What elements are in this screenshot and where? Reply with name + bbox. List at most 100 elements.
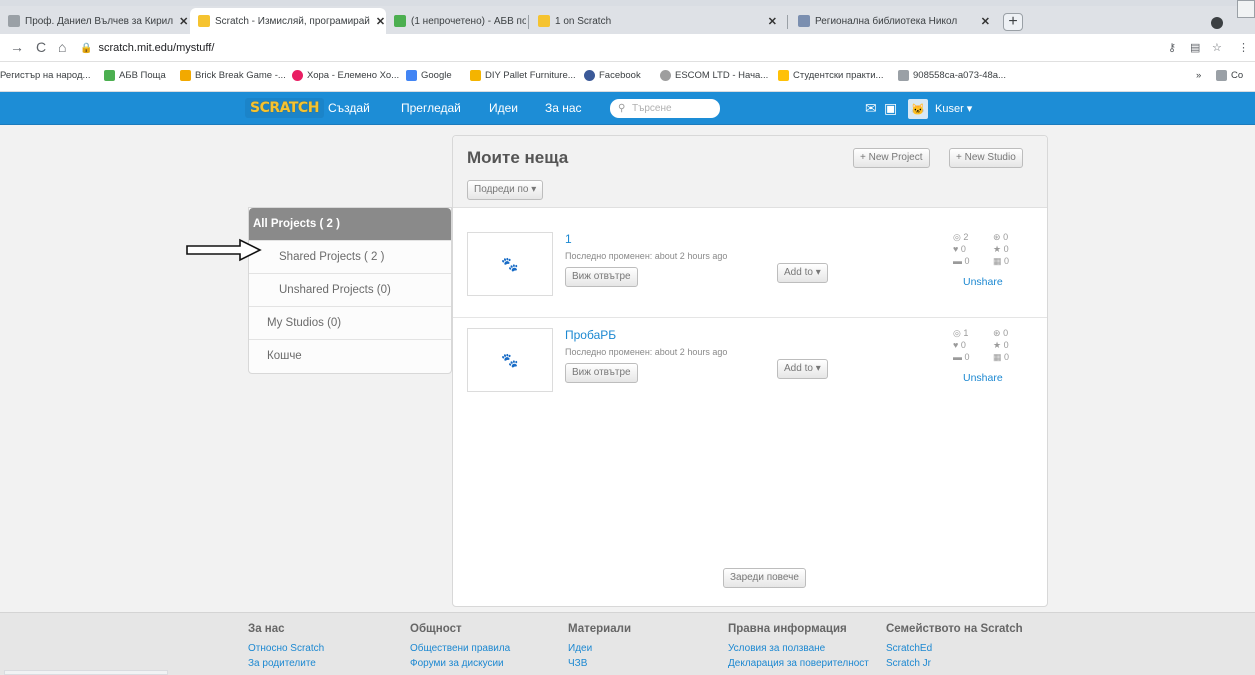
project-title[interactable]: ПробаРБ (565, 328, 616, 342)
username-menu[interactable]: Kuser ▾ (935, 102, 972, 115)
bookmark-label: Facebook (599, 70, 641, 81)
key-icon[interactable]: ⚷ (1168, 41, 1176, 54)
nav-about[interactable]: За нас (545, 101, 582, 115)
nav-explore[interactable]: Прегледай (401, 101, 461, 115)
comments-stat: ▬ 0 (953, 352, 970, 362)
footer-link[interactable]: Декларация за поверителност (728, 656, 869, 671)
eye-icon: ◎ (953, 328, 961, 338)
comment-icon: ▬ (953, 352, 962, 362)
new-studio-button[interactable]: + New Studio (949, 148, 1023, 168)
see-inside-button[interactable]: Виж отвътре (565, 267, 638, 287)
bookmark-item[interactable]: 908558ca-a073-48a... (898, 70, 1006, 81)
sidebar-item-my-studios[interactable]: My Studios (0) (249, 307, 451, 340)
project-modified: Последно променен: about 2 hours ago (565, 347, 728, 357)
close-icon[interactable]: ✕ (762, 15, 777, 28)
scratch-logo[interactable]: SCRATCH (245, 98, 324, 118)
footer-column-legal: Правна информация Условия за ползване Де… (728, 623, 869, 671)
bookmark-item[interactable]: Brick Break Game -... (180, 70, 286, 81)
footer-link[interactable]: Условия за ползване (728, 641, 869, 656)
project-thumbnail[interactable]: 🐾 (467, 232, 553, 296)
footer-link[interactable]: ScratchEd (886, 641, 1023, 656)
footer-link[interactable]: Scratch Jr (886, 656, 1023, 671)
more-bookmarks-chevron-icon[interactable]: » (1196, 70, 1201, 81)
bookmark-item[interactable]: Студентски практи... (778, 70, 883, 81)
translate-icon[interactable]: ▤ (1190, 41, 1200, 54)
search-input[interactable]: ⚲ Търсене (610, 99, 720, 118)
add-to-dropdown[interactable]: Add to ▾ (777, 359, 828, 379)
bookmark-item[interactable]: Регистър на народ... (0, 70, 90, 81)
nav-ideas[interactable]: Идеи (489, 101, 518, 115)
browser-tab-3[interactable]: (1 непрочетено) - АБВ поща ✕ (386, 8, 526, 34)
menu-icon[interactable]: ⋮ (1238, 41, 1249, 54)
unshare-link[interactable]: Unshare (963, 372, 1003, 384)
bookmark-folder[interactable]: Co (1216, 70, 1243, 81)
mail-favicon (394, 15, 406, 27)
sidebar-item-all-projects[interactable]: All Projects ( 2 ) (249, 208, 451, 241)
browser-tab-5[interactable]: Регионална библиотека Никол ✕ (790, 8, 998, 34)
sort-by-dropdown[interactable]: Подреди по ▾ (467, 180, 544, 200)
project-thumbnail[interactable]: 🐾 (467, 328, 553, 392)
avatar[interactable]: 🐱 (908, 99, 928, 119)
browser-tab-4[interactable]: 1 on Scratch ✕ (530, 8, 785, 34)
messages-icon[interactable]: ✉ (865, 100, 877, 117)
forward-icon[interactable]: → (10, 39, 24, 55)
loves-count: 0 (960, 340, 966, 350)
bookmark-item[interactable]: Facebook (584, 70, 641, 81)
project-modified: Последно променен: about 2 hours ago (565, 251, 728, 261)
pallet-icon (470, 70, 481, 81)
views-stat: ◎ 1 (953, 328, 968, 339)
bookmark-item[interactable]: DIY Pallet Furniture... (470, 70, 576, 81)
my-stuff-panel: Моите неща + New Project + New Studio По… (452, 135, 1048, 607)
footer-link[interactable]: Обществени правила (410, 641, 510, 656)
sidebar-item-shared-projects[interactable]: Shared Projects ( 2 ) (249, 241, 451, 274)
remixes-stat: ⊛ 0 (993, 328, 1008, 339)
url-field[interactable]: 🔒 scratch.mit.edu/mystuff/ (80, 42, 214, 54)
close-icon[interactable]: ✕ (173, 15, 188, 28)
facebook-icon (584, 70, 595, 81)
footer-link[interactable]: ЧЗВ (568, 656, 631, 671)
panel-header: Моите неща + New Project + New Studio По… (453, 136, 1047, 208)
bookmark-item[interactable]: Хора - Елемено Хо... (292, 70, 399, 81)
footer-link[interactable]: За родителите (248, 656, 324, 671)
close-icon[interactable]: ✕ (370, 15, 385, 28)
bookmark-label: Brick Break Game -... (195, 70, 286, 81)
reload-icon[interactable]: C (36, 39, 46, 55)
document-icon (898, 70, 909, 81)
bookmark-item[interactable]: АБВ Поща (104, 70, 166, 81)
bookmarks-bar: Регистър на народ... АБВ Поща Brick Brea… (0, 62, 1255, 92)
browser-tab-1[interactable]: Проф. Даниел Вълчев за Кирил ✕ (0, 8, 190, 34)
browser-tabbar: Проф. Даниел Вълчев за Кирил ✕ Scratch -… (0, 6, 1255, 34)
footer-link[interactable]: Форуми за дискусии (410, 656, 510, 671)
bookmark-item[interactable]: Google (406, 70, 452, 81)
load-more-button[interactable]: Зареди повече (723, 568, 806, 588)
nav-create[interactable]: Създай (328, 101, 370, 115)
browser-tab-2[interactable]: Scratch - Измисляй, програмирай ✕ (190, 8, 386, 34)
profile-icon[interactable] (1211, 17, 1223, 29)
close-icon[interactable]: ✕ (975, 15, 990, 28)
tab-title: Проф. Даниел Вълчев за Кирил (25, 15, 174, 27)
see-inside-button[interactable]: Виж отвътре (565, 363, 638, 383)
site-icon (778, 70, 789, 81)
views-stat: ◎ 2 (953, 232, 968, 243)
site-icon (292, 70, 303, 81)
tab-separator (528, 15, 529, 29)
add-to-dropdown[interactable]: Add to ▾ (777, 263, 828, 283)
footer-column-family: Семейството на Scratch ScratchEd Scratch… (886, 623, 1023, 671)
window-control-button[interactable] (1237, 0, 1255, 18)
loves-stat: ♥ 0 (953, 340, 966, 350)
project-title[interactable]: 1 (565, 232, 572, 246)
footer-link[interactable]: Идеи (568, 641, 631, 656)
unshare-link[interactable]: Unshare (963, 276, 1003, 288)
sidebar-item-trash[interactable]: Кошче (249, 340, 451, 373)
status-bar (4, 670, 168, 675)
sidebar-item-unshared-projects[interactable]: Unshared Projects (0) (249, 274, 451, 307)
star-icon: ★ (993, 340, 1002, 350)
bookmark-item[interactable]: ESCOM LTD - Нача... (660, 70, 768, 81)
my-stuff-icon[interactable]: ▣ (884, 100, 897, 117)
new-project-button[interactable]: + New Project (853, 148, 930, 168)
star-icon[interactable]: ☆ (1212, 41, 1222, 54)
home-icon[interactable]: ⌂ (58, 39, 66, 55)
footer-link[interactable]: Относно Scratch (248, 641, 324, 656)
views-count: 2 (963, 232, 969, 242)
new-tab-button[interactable]: + (1003, 13, 1023, 31)
